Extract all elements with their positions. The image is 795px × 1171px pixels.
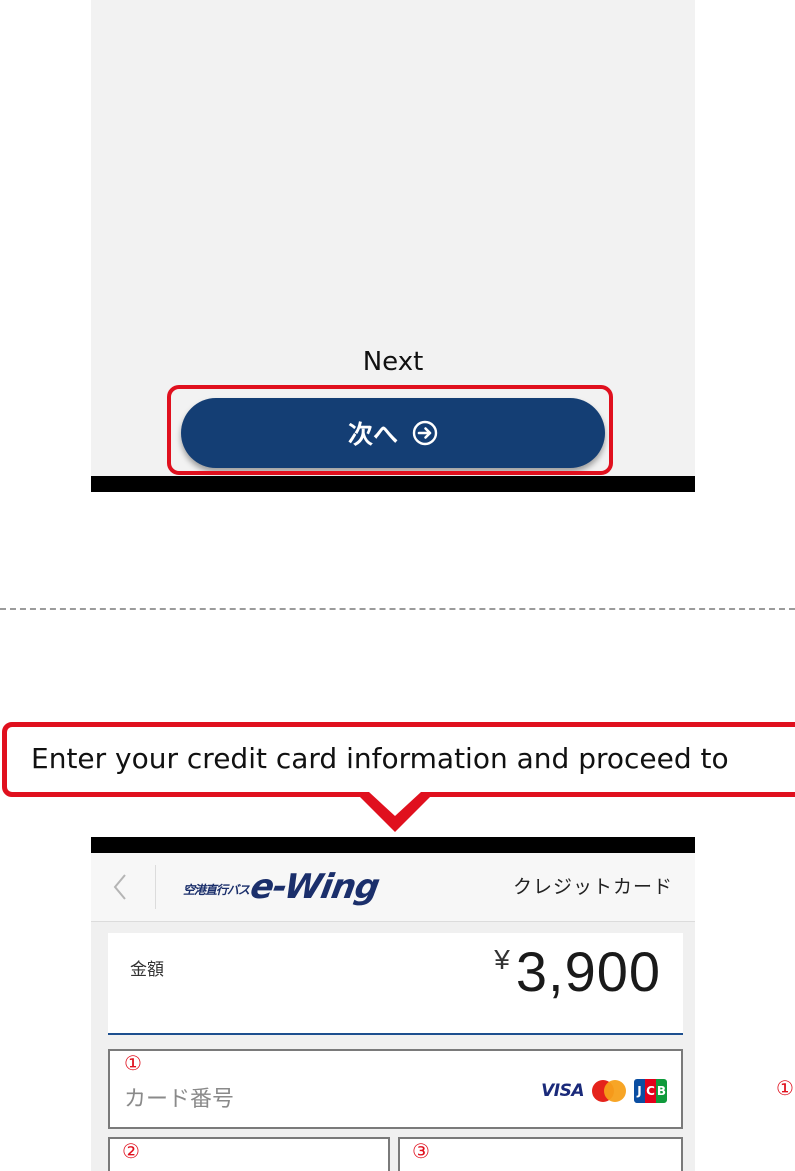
card-number-field[interactable]: ① カード番号 VISA JCB bbox=[108, 1049, 683, 1129]
amount-value: ¥3,900 bbox=[494, 939, 661, 1004]
callout-pointer bbox=[355, 792, 435, 832]
amount-label: 金額 bbox=[130, 960, 164, 980]
amount-number: 3,900 bbox=[515, 940, 661, 1003]
instruction-callout-text: Enter your credit card information and p… bbox=[31, 742, 729, 775]
card-number-marker: ① bbox=[124, 1051, 142, 1075]
amount-panel: 金額 ¥3,900 bbox=[108, 933, 683, 1035]
currency-symbol: ¥ bbox=[494, 944, 510, 975]
mastercard-icon bbox=[592, 1080, 626, 1102]
visa-logo: VISA bbox=[541, 1081, 584, 1101]
screen-bottom-bar bbox=[91, 476, 695, 492]
payment-screen: 空港直行バス e-Wing クレジットカード 金額 ¥3,900 ① カード番号… bbox=[91, 837, 695, 1171]
next-caption: Next bbox=[362, 347, 424, 377]
header-separator bbox=[155, 865, 156, 909]
side-marker: ① bbox=[776, 1076, 794, 1100]
logo-subtitle: 空港直行バス bbox=[183, 883, 250, 897]
section-divider bbox=[0, 608, 795, 610]
logo-wordmark: e-Wing bbox=[247, 867, 382, 907]
card-number-placeholder: カード番号 bbox=[124, 1087, 235, 1112]
header-title: クレジットカード bbox=[512, 876, 673, 898]
jcb-logo: JCB bbox=[634, 1079, 667, 1103]
next-button-highlight bbox=[167, 385, 613, 475]
e-wing-logo: 空港直行バス e-Wing bbox=[183, 867, 382, 907]
card-brand-logos: VISA JCB bbox=[541, 1079, 667, 1103]
security-code-field[interactable]: ③ bbox=[398, 1137, 683, 1171]
chevron-left-icon[interactable] bbox=[113, 873, 127, 905]
security-code-marker: ③ bbox=[412, 1139, 430, 1163]
expiry-marker: ② bbox=[122, 1139, 140, 1163]
app-header: 空港直行バス e-Wing クレジットカード bbox=[91, 853, 695, 922]
expiry-field[interactable]: ② bbox=[108, 1137, 390, 1171]
screen-top-bar bbox=[91, 837, 695, 853]
